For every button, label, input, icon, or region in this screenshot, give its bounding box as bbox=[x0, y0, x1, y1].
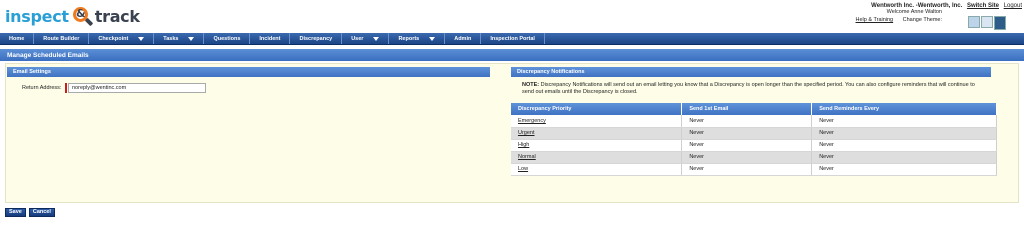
help-training-link[interactable]: Help & Training bbox=[856, 17, 894, 23]
save-button[interactable]: Save bbox=[5, 208, 26, 217]
table-row: Normal Never Never bbox=[511, 151, 997, 164]
note-text: Discrepancy Notifications will send out … bbox=[522, 82, 975, 95]
required-marker bbox=[65, 83, 67, 93]
table-row: Low Never Never bbox=[511, 163, 997, 176]
nav-item-admin[interactable]: Admin bbox=[445, 33, 482, 44]
nav-item-route-builder[interactable]: Route Builder bbox=[34, 33, 90, 44]
caret-down-icon bbox=[429, 36, 436, 41]
nav-item-label: Checkpoint bbox=[98, 35, 129, 42]
priority-link[interactable]: Emergency bbox=[511, 115, 683, 128]
theme-swatch-pale-blue[interactable] bbox=[981, 16, 993, 28]
welcome-text: Welcome Anne Walton bbox=[886, 9, 942, 15]
discrepancy-note: NOTE: Discrepancy Notifications will sen… bbox=[522, 82, 984, 96]
nav-item-home[interactable]: Home bbox=[0, 33, 35, 44]
priority-link[interactable]: Normal bbox=[511, 151, 683, 164]
nav-item-label: Incident bbox=[259, 35, 281, 42]
change-theme-label: Change Theme: bbox=[902, 17, 942, 23]
inspect-track-logo[interactable]: inspect & track bbox=[5, 2, 140, 30]
logo-text-inspect: inspect bbox=[5, 6, 69, 26]
nav-item-reports[interactable]: Reports bbox=[389, 33, 446, 44]
nav-item-label: Home bbox=[9, 35, 25, 42]
nav-item-incident[interactable]: Incident bbox=[250, 33, 291, 44]
logo-ampersand: & bbox=[75, 7, 86, 20]
send-first-email-value[interactable]: Never bbox=[681, 151, 813, 164]
theme-swatch-light-blue[interactable] bbox=[968, 16, 980, 28]
priority-link[interactable]: Urgent bbox=[511, 127, 683, 140]
caret-down-icon bbox=[138, 36, 145, 41]
logo-text-track: track bbox=[94, 6, 140, 26]
cancel-button[interactable]: Cancel bbox=[28, 208, 55, 217]
reminder-interval-value[interactable]: Never bbox=[811, 151, 997, 164]
send-first-email-value[interactable]: Never bbox=[681, 139, 813, 152]
table-row: High Never Never bbox=[511, 139, 997, 152]
priority-link[interactable]: Low bbox=[511, 163, 683, 176]
nav-item-questions[interactable]: Questions bbox=[204, 33, 251, 44]
theme-picker bbox=[968, 16, 1006, 30]
nav-item-user[interactable]: User bbox=[342, 33, 390, 44]
nav-item-inspection-portal[interactable]: Inspection Portal bbox=[481, 33, 545, 44]
switch-site-link[interactable]: Switch Site bbox=[967, 3, 999, 9]
theme-swatch-dark-blue[interactable] bbox=[994, 16, 1006, 30]
main-nav: Home Route Builder Checkpoint Tasks Question… bbox=[0, 33, 1024, 45]
nav-item-label: Tasks bbox=[163, 35, 179, 42]
nav-item-label: Route Builder bbox=[43, 35, 80, 42]
reminder-interval-value[interactable]: Never bbox=[811, 127, 997, 140]
column-header-priority: Discrepancy Priority bbox=[511, 103, 683, 115]
table-row: Urgent Never Never bbox=[511, 127, 997, 140]
nav-item-label: Inspection Portal bbox=[490, 35, 535, 42]
nav-item-label: User bbox=[351, 35, 364, 42]
column-header-reminders: Send Reminders Every bbox=[811, 103, 997, 115]
caret-down-icon bbox=[188, 36, 195, 41]
note-label: NOTE: bbox=[522, 82, 540, 88]
caret-down-icon bbox=[373, 36, 380, 41]
page-title: Manage Scheduled Emails bbox=[0, 49, 1024, 61]
nav-item-discrepancy[interactable]: Discrepancy bbox=[290, 33, 343, 44]
nav-item-tasks[interactable]: Tasks bbox=[154, 33, 205, 44]
return-address-label: Return Address: bbox=[22, 85, 62, 91]
send-first-email-value[interactable]: Never bbox=[681, 115, 813, 128]
email-settings-header: Email Settings bbox=[7, 67, 490, 77]
nav-item-label: Reports bbox=[398, 35, 420, 42]
header: inspect & track Wentworth Inc. -Wentwort… bbox=[0, 0, 1024, 32]
form-actions: Save Cancel bbox=[5, 208, 55, 217]
nav-item-label: Questions bbox=[213, 35, 241, 42]
priority-link[interactable]: High bbox=[511, 139, 683, 152]
column-header-first-email: Send 1st Email bbox=[681, 103, 813, 115]
discrepancy-notifications-header: Discrepancy Notifications bbox=[511, 67, 991, 77]
return-address-input[interactable] bbox=[68, 83, 206, 93]
nav-item-label: Admin bbox=[454, 35, 472, 42]
reminder-interval-value[interactable]: Never bbox=[811, 163, 997, 176]
send-first-email-value[interactable]: Never bbox=[681, 127, 813, 140]
nav-item-checkpoint[interactable]: Checkpoint bbox=[89, 33, 155, 44]
reminder-interval-value[interactable]: Never bbox=[811, 115, 997, 128]
magnifier-icon: & bbox=[71, 4, 93, 28]
logout-link[interactable]: Logout bbox=[1004, 3, 1022, 9]
table-row: Emergency Never Never bbox=[511, 115, 997, 128]
nav-item-label: Discrepancy bbox=[299, 35, 333, 42]
discrepancy-priority-table: Discrepancy Priority Send 1st Email Send… bbox=[511, 103, 997, 176]
send-first-email-value[interactable]: Never bbox=[681, 163, 813, 176]
reminder-interval-value[interactable]: Never bbox=[811, 139, 997, 152]
